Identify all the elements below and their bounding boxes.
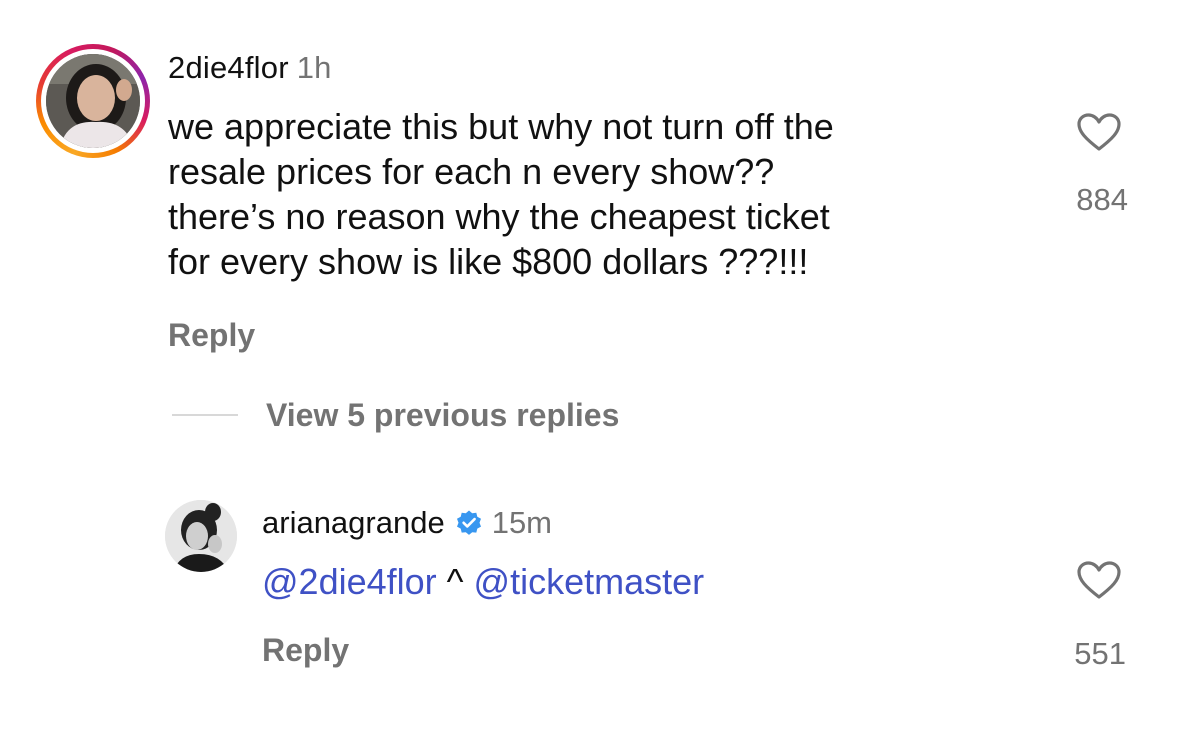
like-count: 884 [1076, 182, 1128, 217]
verified-badge-icon [455, 509, 483, 537]
story-ring[interactable] [36, 44, 150, 158]
comment-username[interactable]: 2die4flor [168, 50, 289, 85]
view-previous-replies-button[interactable]: View 5 previous replies [266, 397, 619, 434]
comment-text-line: resale prices for each n every show?? [168, 151, 775, 192]
comment-text-line: there’s no reason why the cheapest ticke… [168, 196, 830, 237]
reply-button[interactable]: Reply [262, 632, 349, 669]
reply-text: @2die4flor ^ @ticketmaster [262, 559, 704, 604]
avatar[interactable] [46, 54, 140, 148]
comment-text-line: we appreciate this but why not turn off … [168, 106, 834, 147]
replies-divider [172, 414, 238, 416]
reply-timestamp: 15m [491, 505, 553, 540]
comment-text: we appreciate this but why not turn off … [168, 104, 1028, 284]
reply-button[interactable]: Reply [168, 317, 255, 354]
comment-header: 2die4flor 1h [168, 50, 332, 86]
mention-link[interactable]: @2die4flor [262, 561, 437, 602]
like-count: 551 [1074, 636, 1126, 671]
heart-outline-icon[interactable] [1076, 560, 1122, 600]
comment-text-line: for every show is like $800 dollars ???!… [168, 241, 809, 282]
heart-outline-icon[interactable] [1076, 112, 1122, 152]
reply-header: arianagrande 15m [262, 505, 552, 541]
reply-username[interactable]: arianagrande [262, 505, 445, 541]
mention-link[interactable]: @ticketmaster [474, 561, 705, 602]
comment-timestamp: 1h [296, 50, 332, 85]
reply-caret: ^ [446, 561, 464, 602]
reply-avatar[interactable] [165, 500, 237, 572]
